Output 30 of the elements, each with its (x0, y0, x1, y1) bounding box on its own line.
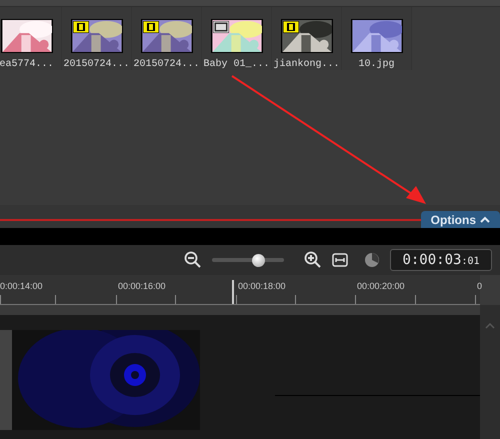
fit-width-icon[interactable] (332, 253, 348, 267)
media-item[interactable]: Baby 01_... (202, 7, 272, 70)
timecode: 0:00:03 (402, 251, 462, 270)
film-reel-icon (142, 21, 158, 33)
zoom-slider[interactable] (212, 253, 284, 267)
chevron-icon (480, 216, 490, 223)
ruler-label: 00:00:20:00 (357, 280, 405, 293)
film-reel-icon (282, 21, 298, 33)
media-label: 10.jpg (358, 58, 394, 72)
zoom-out-icon[interactable] (184, 251, 202, 269)
media-label: Baby 01_... (203, 58, 270, 72)
frame-count: :01 (461, 255, 480, 269)
ruler-label: 00:00:16:00 (118, 280, 166, 293)
ruler-label: 0 (477, 280, 482, 293)
media-item[interactable]: 20150724... (62, 7, 132, 70)
ruler-label: 00:00:18:00 (238, 280, 286, 293)
media-label: 20150724... (63, 58, 130, 72)
media-item[interactable]: ea5774... (0, 7, 62, 70)
zoom-in-icon[interactable] (304, 251, 322, 269)
ruler-label: 0:00:14:00 (0, 280, 43, 293)
slider-thumb[interactable] (252, 254, 265, 266)
media-item[interactable]: 20150724... (132, 7, 202, 70)
film-reel-icon (72, 21, 88, 33)
media-label: ea5774... (0, 58, 54, 72)
film-strip-icon (212, 21, 228, 33)
options-tab[interactable]: Options (420, 211, 500, 228)
clock-icon[interactable] (364, 252, 380, 268)
media-item[interactable]: jiankong... (272, 7, 342, 70)
media-label: jiankong... (273, 58, 340, 72)
media-label: 20150724... (133, 58, 200, 72)
